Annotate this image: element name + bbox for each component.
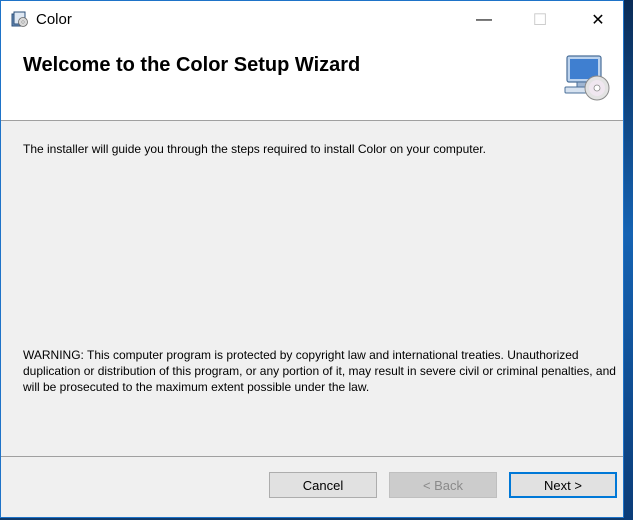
computer-cd-icon — [563, 52, 611, 104]
copyright-warning: WARNING: This computer program is protec… — [23, 348, 616, 394]
next-button[interactable]: Next > — [509, 472, 617, 498]
intro-text: The installer will guide you through the… — [23, 142, 486, 156]
installer-icon — [11, 10, 29, 28]
minimize-icon: — — [476, 10, 492, 28]
minimize-button[interactable]: — — [461, 1, 507, 38]
window-title: Color — [36, 11, 72, 28]
setup-wizard-window: Color — ☐ ✕ Welcome to the Color Setup W… — [0, 0, 624, 518]
footer-divider — [1, 456, 623, 457]
cancel-button[interactable]: Cancel — [269, 472, 377, 498]
page-title: Welcome to the Color Setup Wizard — [23, 54, 361, 76]
back-button[interactable]: < Back — [389, 472, 497, 498]
maximize-button[interactable]: ☐ — [517, 1, 563, 38]
desktop-background — [624, 0, 633, 520]
close-icon: ✕ — [591, 11, 605, 29]
title-bar[interactable]: Color — ☐ ✕ — [1, 1, 623, 38]
wizard-header: Welcome to the Color Setup Wizard — [1, 38, 623, 121]
close-button[interactable]: ✕ — [575, 1, 621, 38]
maximize-icon: ☐ — [532, 11, 548, 29]
